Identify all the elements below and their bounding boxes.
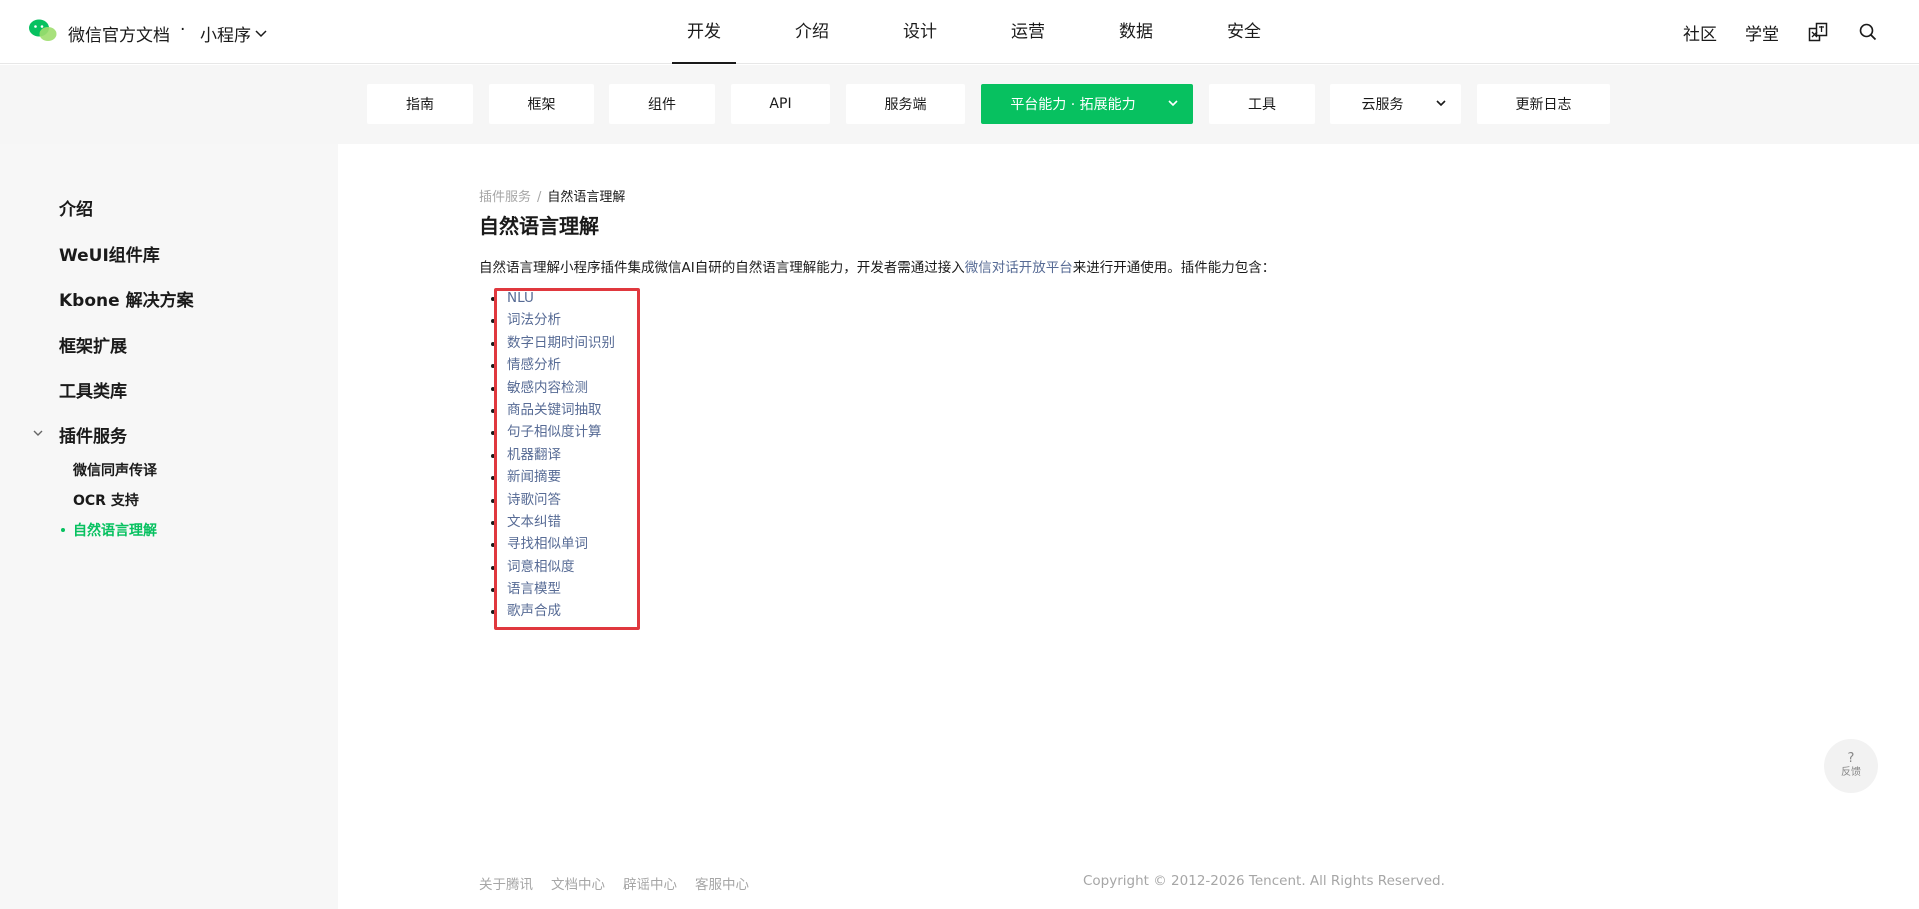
brand-separator: ·	[180, 20, 186, 40]
feedback-label: 反馈	[1841, 767, 1861, 778]
nav-operations[interactable]: 运营	[974, 0, 1082, 64]
footer-links: 关于腾讯 文档中心 辟谣中心 客服中心	[479, 873, 749, 893]
footer-link-rumor[interactable]: 辟谣中心	[623, 873, 677, 893]
nav-intro[interactable]: 介绍	[758, 0, 866, 64]
subnav-platform-label: 平台能力 · 拓展能力	[1010, 97, 1136, 113]
list-item: 敏感内容检测	[491, 377, 615, 399]
product-switcher[interactable]: 小程序	[200, 21, 267, 46]
nav-data[interactable]: 数据	[1082, 0, 1190, 64]
help-icon: ?	[1847, 751, 1855, 766]
capability-link[interactable]: 寻找相似单词	[507, 536, 588, 552]
list-item: 词意相似度	[491, 556, 615, 578]
product-label: 小程序	[200, 26, 251, 46]
sidebar-item-plugin-services[interactable]: 插件服务	[59, 422, 127, 447]
nav-security[interactable]: 安全	[1190, 0, 1298, 64]
sidebar-sub-nlu[interactable]: 自然语言理解	[73, 520, 157, 540]
list-item: 机器翻译	[491, 444, 615, 466]
subnav-tools[interactable]: 工具	[1209, 84, 1315, 124]
subnav-cloud[interactable]: 云服务	[1330, 84, 1461, 124]
breadcrumb: 插件服务 / 自然语言理解	[479, 186, 625, 205]
chevron-down-icon	[255, 29, 267, 37]
sidebar-item-intro[interactable]: 介绍	[59, 195, 93, 220]
list-item: 文本纠错	[491, 511, 615, 533]
nav-design[interactable]: 设计	[866, 0, 974, 64]
list-item: NLU	[491, 287, 615, 309]
subnav-server[interactable]: 服务端	[846, 84, 965, 124]
list-item: 词法分析	[491, 309, 615, 331]
capability-link[interactable]: 新闻摘要	[507, 469, 561, 485]
subnav-api[interactable]: API	[731, 84, 830, 124]
search-icon[interactable]	[1857, 21, 1879, 43]
header-right: 社区 学堂	[1683, 0, 1879, 64]
capability-link[interactable]: 数字日期时间识别	[507, 335, 615, 351]
chevron-down-icon	[1168, 100, 1178, 107]
list-item: 寻找相似单词	[491, 533, 615, 555]
capability-link[interactable]: NLU	[507, 290, 534, 306]
capability-link[interactable]: 文本纠错	[507, 514, 561, 530]
translate-icon[interactable]	[1807, 21, 1829, 43]
sidebar: 介绍 WeUI组件库 Kbone 解决方案 框架扩展 工具类库 插件服务 微信同…	[0, 144, 338, 909]
list-item: 诗歌问答	[491, 489, 615, 511]
capability-link[interactable]: 诗歌问答	[507, 492, 561, 508]
feedback-button[interactable]: ? 反馈	[1824, 739, 1878, 793]
dialog-platform-link[interactable]: 微信对话开放平台	[965, 260, 1073, 276]
list-item: 商品关键词抽取	[491, 399, 615, 421]
copyright: Copyright © 2012-2026 Tencent. All Right…	[1083, 873, 1445, 889]
capability-link[interactable]: 语言模型	[507, 581, 561, 597]
list-item: 情感分析	[491, 354, 615, 376]
active-bullet	[61, 528, 65, 532]
intro-paragraph: 自然语言理解小程序插件集成微信AI自研的自然语言理解能力，开发者需通过接入微信对…	[479, 256, 1275, 276]
capability-link[interactable]: 句子相似度计算	[507, 424, 602, 440]
sidebar-sub-simultaneous-interpretation[interactable]: 微信同声传译	[73, 460, 157, 480]
capability-link[interactable]: 敏感内容检测	[507, 380, 588, 396]
breadcrumb-current: 自然语言理解	[547, 190, 626, 205]
page-title: 自然语言理解	[479, 214, 599, 238]
list-item: 句子相似度计算	[491, 421, 615, 443]
subnav-changelog[interactable]: 更新日志	[1477, 84, 1610, 124]
subnav-cloud-label: 云服务	[1361, 97, 1404, 113]
list-item: 新闻摘要	[491, 466, 615, 488]
footer-link-about[interactable]: 关于腾讯	[479, 873, 533, 893]
top-header: 微信官方文档 · 小程序 开发 介绍 设计 运营 数据 安全 社区 学堂	[0, 0, 1919, 64]
main-nav: 开发 介绍 设计 运营 数据 安全	[650, 0, 1298, 64]
intro-text-end: 来进行开通使用。插件能力包含：	[1072, 260, 1276, 276]
capability-link[interactable]: 词法分析	[507, 312, 561, 328]
breadcrumb-separator: /	[537, 190, 542, 205]
community-link[interactable]: 社区	[1683, 20, 1717, 45]
sub-nav: 指南 框架 组件 API 服务端 平台能力 · 拓展能力 工具 云服务 更新日志	[0, 65, 1919, 144]
sidebar-item-kbone[interactable]: Kbone 解决方案	[59, 286, 194, 311]
subnav-components[interactable]: 组件	[609, 84, 715, 124]
sidebar-item-framework-ext[interactable]: 框架扩展	[59, 332, 127, 357]
sidebar-sub-ocr[interactable]: OCR 支持	[73, 490, 139, 510]
footer-link-support[interactable]: 客服中心	[695, 873, 749, 893]
sidebar-item-tool-libs[interactable]: 工具类库	[59, 377, 127, 402]
capability-link[interactable]: 机器翻译	[507, 447, 561, 463]
list-item: 歌声合成	[491, 600, 615, 622]
list-item: 语言模型	[491, 578, 615, 600]
wechat-logo-icon[interactable]	[28, 18, 58, 44]
capability-link[interactable]: 情感分析	[507, 357, 561, 373]
chevron-down-icon	[1436, 100, 1446, 107]
capability-link[interactable]: 商品关键词抽取	[507, 402, 602, 418]
subnav-guide[interactable]: 指南	[367, 84, 473, 124]
footer-link-docs[interactable]: 文档中心	[551, 873, 605, 893]
brand-title[interactable]: 微信官方文档	[68, 21, 170, 46]
classroom-link[interactable]: 学堂	[1745, 20, 1779, 45]
breadcrumb-parent[interactable]: 插件服务	[479, 190, 531, 205]
subnav-framework[interactable]: 框架	[489, 84, 594, 124]
chevron-down-icon[interactable]	[32, 428, 44, 438]
sidebar-item-weui[interactable]: WeUI组件库	[59, 241, 160, 266]
intro-text: 自然语言理解小程序插件集成微信AI自研的自然语言理解能力，开发者需通过接入	[479, 260, 965, 276]
capability-list: NLU 词法分析 数字日期时间识别 情感分析 敏感内容检测 商品关键词抽取 句子…	[491, 287, 615, 623]
nav-develop[interactable]: 开发	[650, 0, 758, 64]
subnav-platform-capabilities[interactable]: 平台能力 · 拓展能力	[981, 84, 1193, 124]
capability-link[interactable]: 歌声合成	[507, 603, 561, 619]
list-item: 数字日期时间识别	[491, 332, 615, 354]
capability-link[interactable]: 词意相似度	[507, 559, 575, 575]
